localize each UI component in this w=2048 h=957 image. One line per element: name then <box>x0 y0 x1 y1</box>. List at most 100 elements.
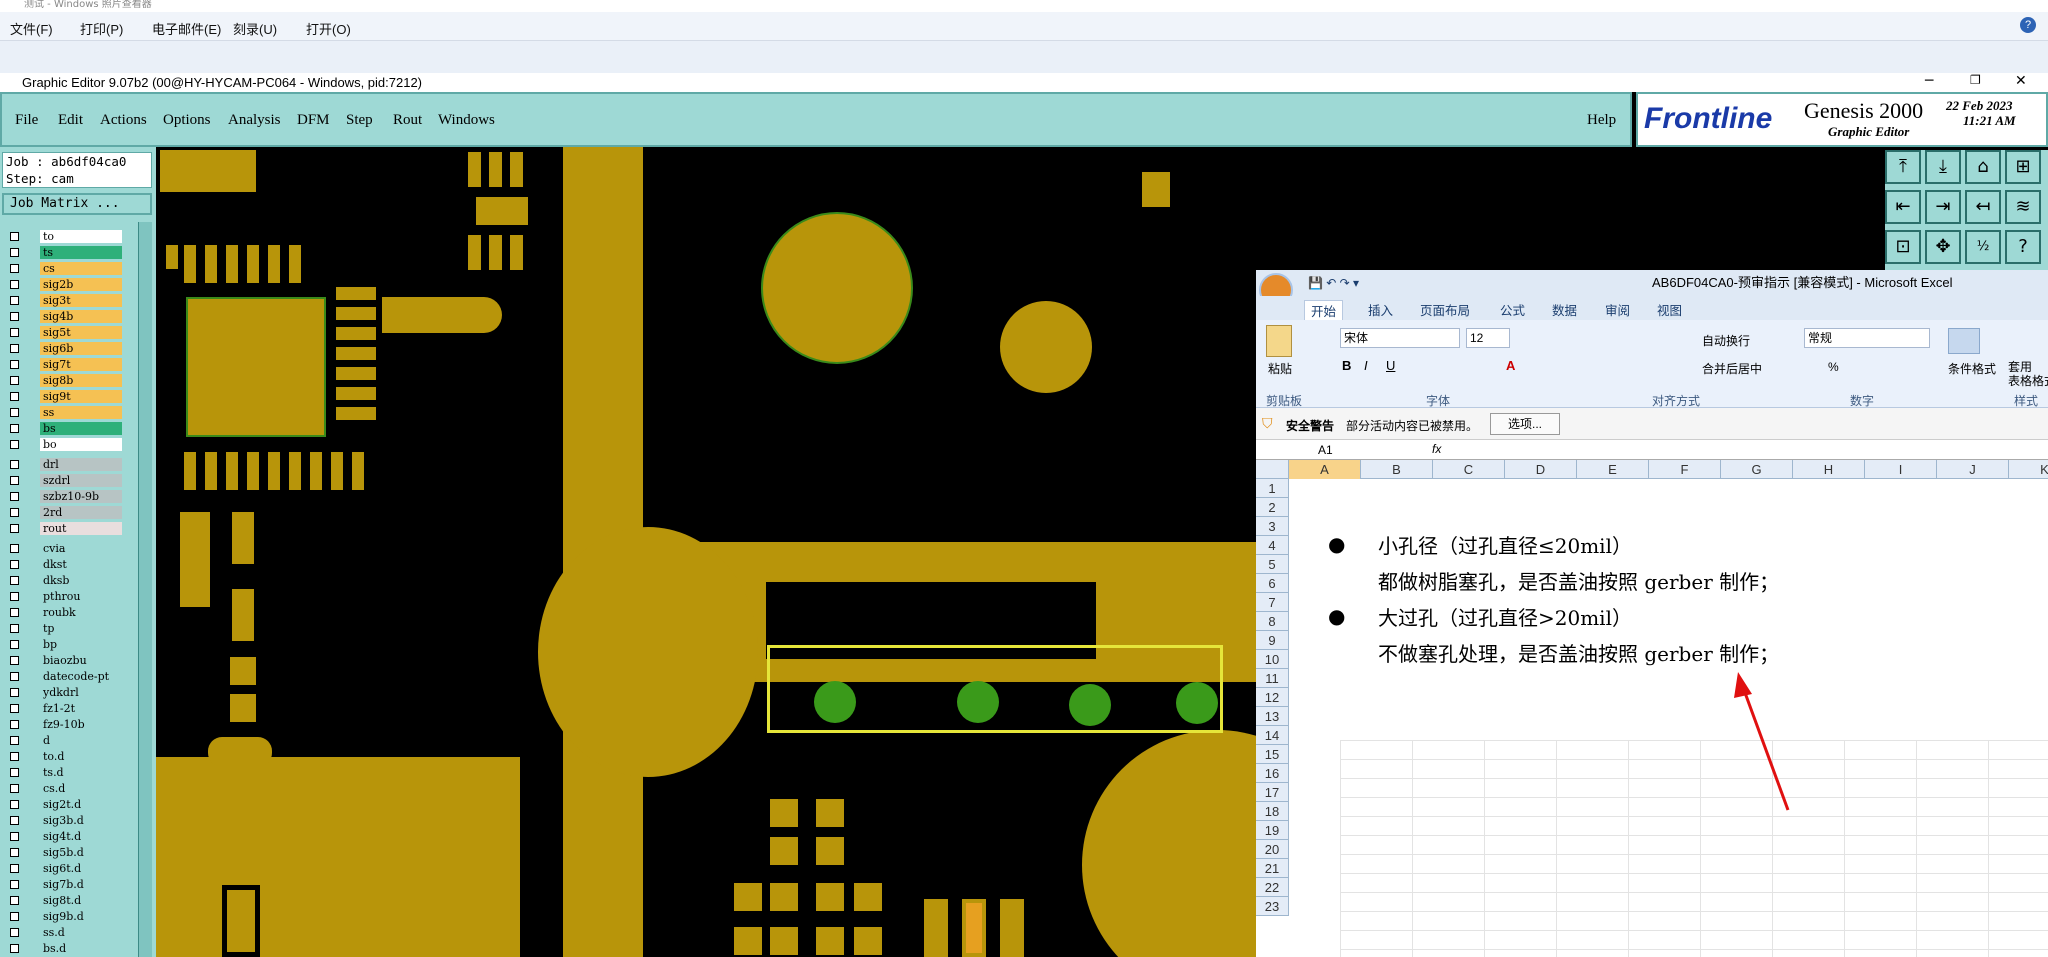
row-header[interactable]: 19 <box>1256 821 1289 840</box>
font-color-icon[interactable]: A <box>1506 358 1515 373</box>
row-header[interactable]: 12 <box>1256 688 1289 707</box>
row-header[interactable]: 11 <box>1256 669 1289 688</box>
menu-actions[interactable]: Actions <box>100 112 147 129</box>
select-all-corner[interactable] <box>1256 460 1289 479</box>
move-icon[interactable]: ✥ <box>1925 230 1961 264</box>
row-header[interactable]: 8 <box>1256 612 1289 631</box>
layer-checkbox[interactable] <box>10 576 19 585</box>
layer-checkbox[interactable] <box>10 800 19 809</box>
layer-item[interactable]: ss.d <box>40 926 122 939</box>
layer-item[interactable]: ts.d <box>40 766 122 779</box>
layer-item[interactable]: biaozbu <box>40 654 122 667</box>
column-header[interactable]: C <box>1433 460 1505 479</box>
layer-item[interactable]: sig9b.d <box>40 910 122 923</box>
layer-checkbox[interactable] <box>10 640 19 649</box>
layer-item[interactable]: ts <box>40 246 122 259</box>
quick-access-toolbar[interactable]: 💾 ↶ ↷ ▾ <box>1308 270 1359 296</box>
layer-checkbox[interactable] <box>10 492 19 501</box>
layer-checkbox[interactable] <box>10 928 19 937</box>
menu-step[interactable]: Step <box>346 112 373 129</box>
column-header[interactable]: B <box>1361 460 1433 479</box>
layer-item[interactable]: rout <box>40 522 122 535</box>
layer-checkbox[interactable] <box>10 672 19 681</box>
layer-checkbox[interactable] <box>10 440 19 449</box>
layer-item[interactable]: 2rd <box>40 506 122 519</box>
layer-item[interactable]: pthrou <box>40 590 122 603</box>
name-box[interactable]: A1 <box>1318 443 1333 457</box>
row-header[interactable]: 1 <box>1256 479 1289 498</box>
layer-checkbox[interactable] <box>10 704 19 713</box>
layer-item[interactable]: sig4b <box>40 310 122 323</box>
row-header[interactable]: 21 <box>1256 859 1289 878</box>
tab-view[interactable]: 视图 <box>1657 300 1682 319</box>
pcb-canvas[interactable] <box>156 147 1256 957</box>
wrap-text-button[interactable]: 自动换行 <box>1702 332 1750 349</box>
tab-home[interactable]: 开始 <box>1304 300 1344 321</box>
layer-item[interactable]: to <box>40 230 122 243</box>
row-header[interactable]: 16 <box>1256 764 1289 783</box>
layer-item[interactable]: to.d <box>40 750 122 763</box>
layer-checkbox[interactable] <box>10 328 19 337</box>
row-header[interactable]: 15 <box>1256 745 1289 764</box>
layer-checkbox[interactable] <box>10 264 19 273</box>
row-header[interactable]: 20 <box>1256 840 1289 859</box>
font-size-select[interactable]: 12 <box>1466 328 1510 348</box>
row-header[interactable]: 18 <box>1256 802 1289 821</box>
layer-checkbox[interactable] <box>10 848 19 857</box>
layer-item[interactable]: sig5b.d <box>40 846 122 859</box>
options-button[interactable]: 选项... <box>1490 413 1560 435</box>
layer-item[interactable]: sig6t.d <box>40 862 122 875</box>
layer-checkbox[interactable] <box>10 864 19 873</box>
layer-item[interactable]: sig9t <box>40 390 122 403</box>
layer-item[interactable]: fz1-2t <box>40 702 122 715</box>
layer-item[interactable]: ss <box>40 406 122 419</box>
half-icon[interactable]: ½ <box>1965 230 2001 264</box>
layer-checkbox[interactable] <box>10 592 19 601</box>
layer-checkbox[interactable] <box>10 424 19 433</box>
layer-checkbox[interactable] <box>10 688 19 697</box>
layer-item[interactable]: fz9-10b <box>40 718 122 731</box>
menu-rout[interactable]: Rout <box>393 112 422 129</box>
layer-item[interactable]: sig3t <box>40 294 122 307</box>
layer-item[interactable]: cvia <box>40 542 122 555</box>
help-icon[interactable]: ? <box>2020 17 2036 33</box>
layer-item[interactable]: sig2b <box>40 278 122 291</box>
layer-checkbox[interactable] <box>10 784 19 793</box>
menu-windows[interactable]: Windows <box>438 112 495 129</box>
tab-formulas[interactable]: 公式 <box>1500 300 1525 319</box>
column-header[interactable]: E <box>1577 460 1649 479</box>
row-header[interactable]: 4 <box>1256 536 1289 555</box>
view-icon-2[interactable]: ⤓ <box>1925 150 1961 184</box>
row-header[interactable]: 14 <box>1256 726 1289 745</box>
row-header[interactable]: 23 <box>1256 897 1289 916</box>
layer-item[interactable]: cs.d <box>40 782 122 795</box>
layer-checkbox[interactable] <box>10 508 19 517</box>
font-name-select[interactable]: 宋体 <box>1340 328 1460 348</box>
layer-checkbox[interactable] <box>10 816 19 825</box>
tab-data[interactable]: 数据 <box>1552 300 1577 319</box>
minimize-icon[interactable]: ─ <box>1925 73 1933 89</box>
layer-item[interactable]: szdrl <box>40 474 122 487</box>
row-header[interactable]: 9 <box>1256 631 1289 650</box>
layer-checkbox[interactable] <box>10 476 19 485</box>
layer-checkbox[interactable] <box>10 896 19 905</box>
column-header[interactable]: J <box>1937 460 2009 479</box>
view-icon-1[interactable]: ⤒ <box>1885 150 1921 184</box>
layer-checkbox[interactable] <box>10 912 19 921</box>
menu-print[interactable]: 打印(P) <box>80 19 123 38</box>
row-header[interactable]: 3 <box>1256 517 1289 536</box>
layer-item[interactable]: cs <box>40 262 122 275</box>
job-matrix-button[interactable]: Job Matrix ... <box>2 193 152 215</box>
menu-file[interactable]: 文件(F) <box>10 19 53 38</box>
layer-checkbox[interactable] <box>10 248 19 257</box>
help-question-icon[interactable]: ? <box>2005 230 2041 264</box>
layer-checkbox[interactable] <box>10 656 19 665</box>
layer-checkbox[interactable] <box>10 376 19 385</box>
layer-item[interactable]: bp <box>40 638 122 651</box>
menu-edit[interactable]: Edit <box>58 112 83 129</box>
layer-checkbox[interactable] <box>10 544 19 553</box>
layer-item[interactable]: sig7t <box>40 358 122 371</box>
layer-item[interactable]: tp <box>40 622 122 635</box>
column-header[interactable]: I <box>1865 460 1937 479</box>
pan-left-icon[interactable]: ⇤ <box>1885 190 1921 224</box>
